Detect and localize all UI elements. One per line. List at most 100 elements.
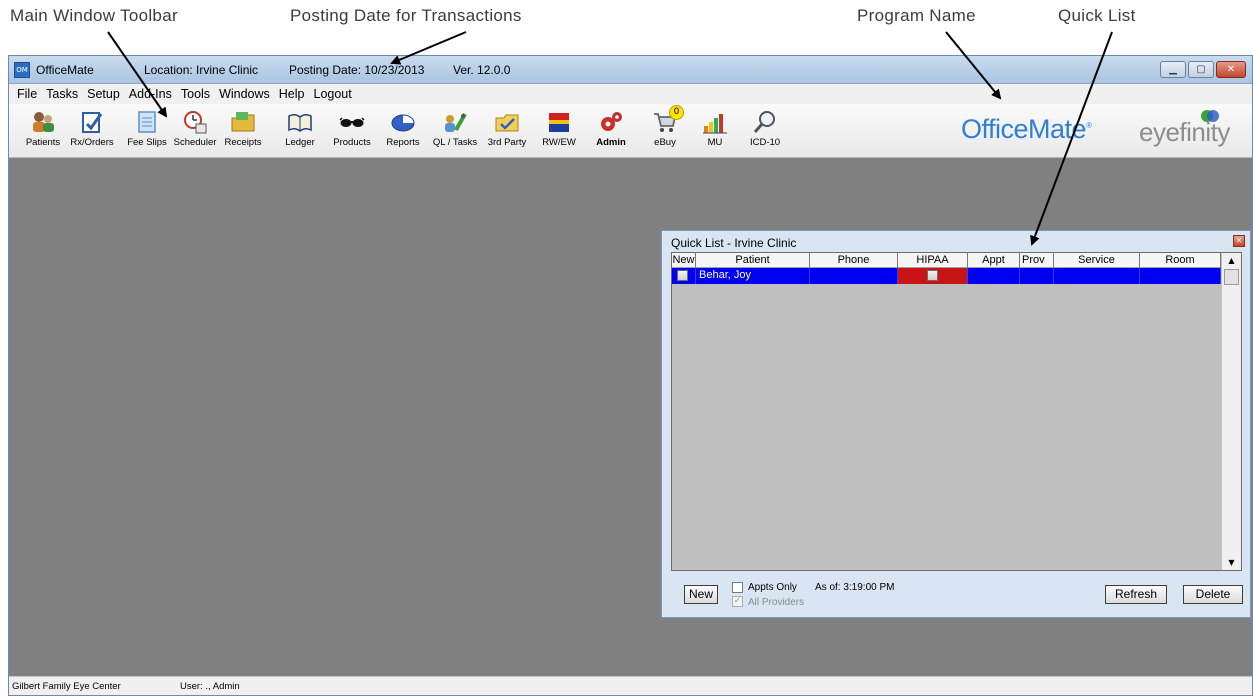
tool-rx-orders[interactable]: Rx/Orders	[68, 108, 116, 154]
cell-hipaa[interactable]	[898, 268, 968, 284]
menu-file[interactable]: File	[13, 84, 42, 104]
scroll-thumb[interactable]	[1224, 269, 1239, 285]
fee-slips-icon	[134, 110, 160, 134]
tool-fee-slips[interactable]: Fee Slips	[123, 108, 171, 154]
status-bar: Gilbert Family Eye Center User: ., Admin	[9, 676, 1252, 695]
col-prov[interactable]: Prov	[1020, 253, 1054, 268]
tool-label: Ledger	[285, 137, 315, 148]
tool-label: Patients	[25, 137, 61, 148]
col-new[interactable]: New	[672, 253, 696, 268]
eyefinity-logo: eyefinity	[1139, 117, 1230, 147]
tool-label: Rx/Orders	[70, 137, 114, 148]
tool-receipts[interactable]: Receipts	[219, 108, 267, 154]
tool-scheduler[interactable]: Scheduler	[171, 108, 219, 154]
col-room[interactable]: Room	[1140, 253, 1221, 268]
col-hipaa[interactable]: HIPAA	[898, 253, 968, 268]
tool-admin[interactable]: Admin	[587, 108, 635, 154]
close-button[interactable]: ✕	[1216, 61, 1246, 78]
menu-add-ins[interactable]: Add-Ins	[125, 84, 177, 104]
ebuy-icon: 0	[652, 105, 684, 134]
appts-only-label: Appts Only	[748, 582, 797, 593]
tool-ql-tasks[interactable]: QL / Tasks	[431, 108, 479, 154]
rx-orders-icon	[79, 110, 105, 134]
menu-bar: File Tasks Setup Add-Ins Tools Windows H…	[9, 84, 1252, 104]
tool-ebuy[interactable]: 0 eBuy	[641, 105, 689, 154]
reports-icon	[390, 110, 416, 134]
tool-mu[interactable]: MU	[691, 108, 739, 154]
receipts-icon	[230, 110, 256, 134]
callout-main-toolbar: Main Window Toolbar	[10, 6, 178, 25]
quick-list-window: Quick List - Irvine Clinic ✕ New Patient…	[661, 230, 1251, 618]
maximize-icon: ▢	[1196, 64, 1206, 75]
officemate-window: OM OfficeMate Location: Irvine Clinic Po…	[8, 55, 1253, 696]
grid-header: New Patient Phone HIPAA Appt Prov Servic…	[672, 253, 1221, 268]
tool-rw-ew[interactable]: RW/EW	[535, 108, 583, 154]
callout-program-name: Program Name	[857, 6, 976, 25]
products-icon	[339, 110, 365, 134]
quick-list-close-button[interactable]: ✕	[1233, 235, 1245, 247]
tool-label: QL / Tasks	[432, 137, 478, 148]
cell-room	[1140, 268, 1221, 284]
col-appt[interactable]: Appt	[968, 253, 1020, 268]
third-party-icon	[494, 110, 520, 134]
app-title: OfficeMate	[36, 63, 94, 77]
tool-products[interactable]: Products	[328, 108, 376, 154]
cell-new[interactable]	[672, 268, 696, 284]
tool-label: Admin	[596, 137, 626, 148]
menu-help[interactable]: Help	[275, 84, 310, 104]
tool-label: Receipts	[224, 137, 262, 148]
col-phone[interactable]: Phone	[810, 253, 898, 268]
tool-icd-10[interactable]: ICD-10	[741, 108, 789, 154]
minimize-button[interactable]: ▁	[1160, 61, 1186, 78]
officemate-logo-text: OfficeMate	[961, 114, 1087, 144]
cell-patient: Behar, Joy	[696, 268, 810, 284]
icd-10-icon	[752, 110, 778, 134]
tool-label: Fee Slips	[127, 137, 167, 148]
callout-quick-list: Quick List	[1058, 6, 1136, 25]
table-row[interactable]: Behar, Joy	[672, 268, 1221, 284]
tool-label: Products	[333, 137, 371, 148]
all-providers-checkbox: ✓	[732, 596, 743, 607]
hipaa-checkbox[interactable]	[927, 269, 938, 281]
menu-logout[interactable]: Logout	[310, 84, 357, 104]
scroll-up-icon[interactable]: ▲	[1224, 253, 1239, 268]
appts-only-checkbox[interactable]	[732, 582, 743, 593]
col-service[interactable]: Service	[1054, 253, 1140, 268]
patients-icon	[30, 110, 56, 134]
location-label: Location: Irvine Clinic	[144, 63, 259, 77]
mu-icon	[702, 110, 728, 134]
callout-posting-date: Posting Date for Transactions	[290, 6, 522, 25]
app-logo-icon: OM	[14, 62, 30, 78]
delete-button[interactable]: Delete	[1183, 585, 1243, 604]
scheduler-icon	[182, 110, 208, 134]
maximize-button[interactable]: ▢	[1188, 61, 1214, 78]
tool-label: Reports	[386, 137, 420, 148]
tool-third-party[interactable]: 3rd Party	[483, 108, 531, 154]
scroll-down-icon[interactable]: ▼	[1224, 555, 1239, 570]
refresh-button[interactable]: Refresh	[1105, 585, 1167, 604]
tool-ledger[interactable]: Ledger	[276, 108, 324, 154]
ebuy-badge: 0	[669, 105, 684, 120]
menu-windows[interactable]: Windows	[215, 84, 275, 104]
quick-list-title: Quick List - Irvine Clinic	[671, 236, 797, 250]
main-toolbar: Patients Rx/Orders Fee Slips Scheduler R…	[9, 104, 1252, 158]
version-label: Ver. 12.0.0	[453, 63, 511, 77]
new-button[interactable]: New	[684, 585, 718, 604]
menu-tasks[interactable]: Tasks	[42, 84, 83, 104]
title-bar[interactable]: OM OfficeMate Location: Irvine Clinic Po…	[9, 56, 1252, 84]
col-patient[interactable]: Patient	[696, 253, 810, 268]
vertical-scrollbar[interactable]: ▲ ▼	[1221, 253, 1241, 570]
check-icon: ✓	[733, 596, 742, 606]
tool-label: Scheduler	[173, 137, 217, 148]
menu-setup[interactable]: Setup	[83, 84, 125, 104]
status-practice: Gilbert Family Eye Center	[12, 681, 121, 692]
menu-tools[interactable]: Tools	[177, 84, 215, 104]
as-of-time: As of: 3:19:00 PM	[815, 582, 895, 593]
ql-tasks-icon	[442, 110, 468, 134]
tool-patients[interactable]: Patients	[19, 108, 67, 154]
new-checkbox[interactable]	[677, 269, 688, 281]
tool-reports[interactable]: Reports	[379, 108, 427, 154]
quick-list-grid: New Patient Phone HIPAA Appt Prov Servic…	[671, 252, 1242, 571]
registered-mark: ®	[1086, 121, 1092, 130]
annotated-screenshot: Main Window Toolbar Posting Date for Tra…	[0, 0, 1253, 696]
